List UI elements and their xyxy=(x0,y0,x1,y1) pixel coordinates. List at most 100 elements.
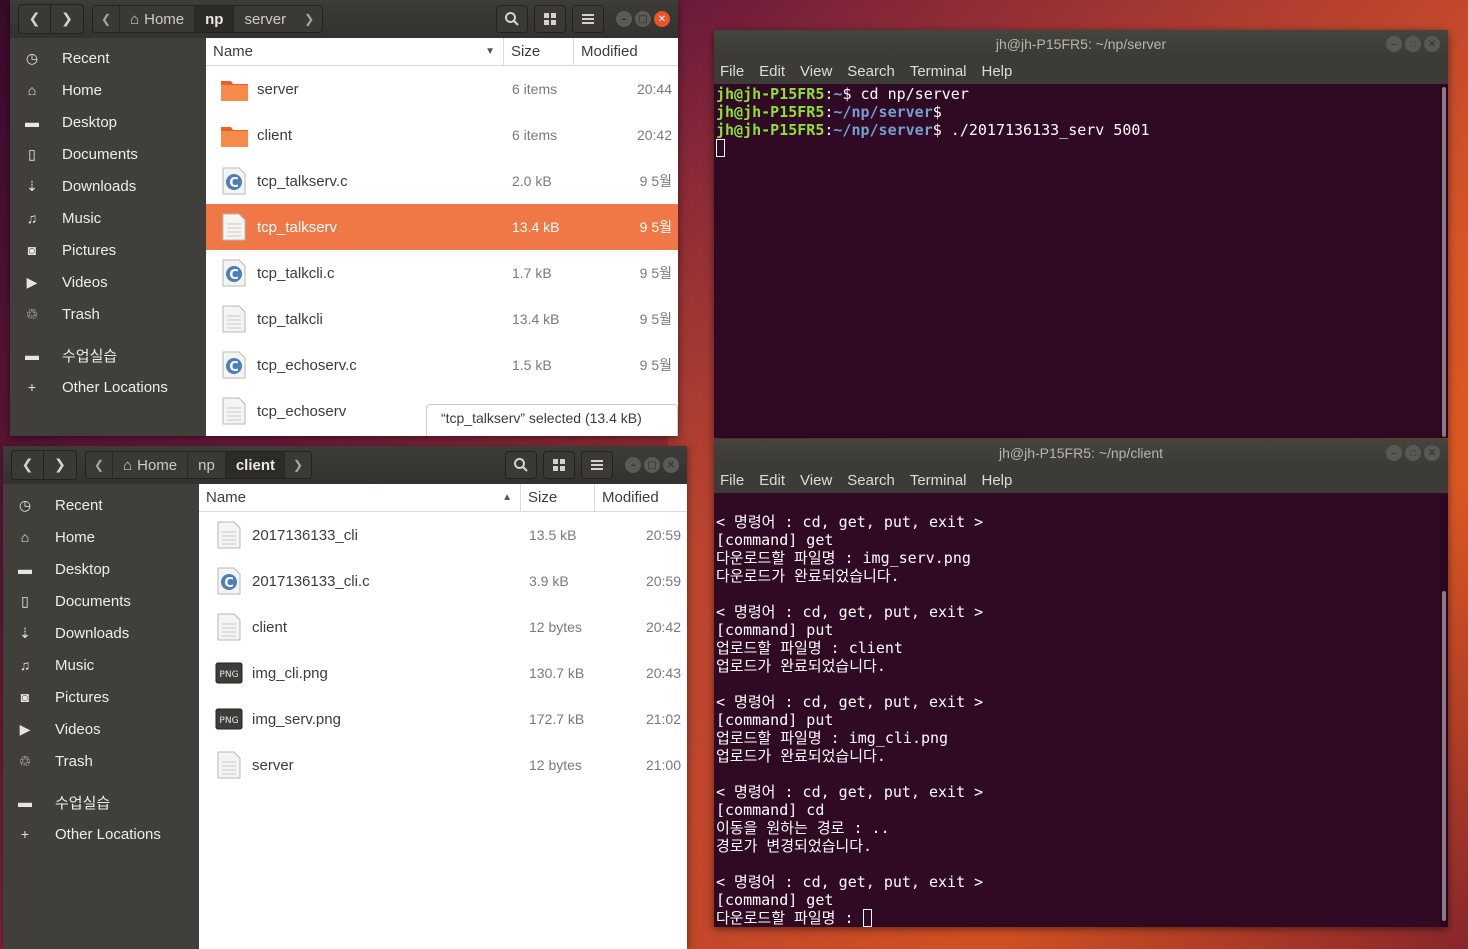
folder-file-icon xyxy=(220,75,248,103)
menu-help[interactable]: Help xyxy=(982,472,1013,489)
sidebar-item-수업실습[interactable]: ▬ 수업실습 xyxy=(3,786,199,818)
menu-help[interactable]: Help xyxy=(982,63,1013,80)
sidebar-item-수업실습[interactable]: ▬ 수업실습 xyxy=(10,339,206,371)
path-segment-np[interactable]: np xyxy=(188,452,226,478)
file-row[interactable]: server 6 items 20:44 xyxy=(206,66,678,112)
minimize-icon[interactable]: – xyxy=(1386,36,1402,52)
maximize-icon[interactable]: □ xyxy=(644,457,660,473)
column-modified[interactable]: Modified xyxy=(574,38,678,65)
file-row[interactable]: server 12 bytes 21:00 xyxy=(199,742,687,788)
sidebar-item-home[interactable]: ⌂ Home xyxy=(10,74,206,106)
sidebar-item-downloads[interactable]: ⇣ Downloads xyxy=(10,170,206,202)
forward-button[interactable]: ❯ xyxy=(51,5,83,33)
column-size[interactable]: Size xyxy=(521,484,595,511)
column-name[interactable]: Name ▲ xyxy=(199,484,521,511)
sidebar-item-documents[interactable]: ▯ Documents xyxy=(10,138,206,170)
sidebar-item-trash[interactable]: ♲ Trash xyxy=(10,298,206,330)
menu-button[interactable] xyxy=(572,5,604,33)
terminal-scrollbar[interactable] xyxy=(1440,495,1448,927)
sidebar-item-music[interactable]: ♫ Music xyxy=(3,649,199,681)
file-row[interactable]: tcp_talkcli 13.4 kB 9 5월 xyxy=(206,296,678,342)
path-right-arrow-icon[interactable]: ❯ xyxy=(296,6,322,32)
clock-icon: ◷ xyxy=(25,49,39,66)
menu-terminal[interactable]: Terminal xyxy=(910,472,967,489)
file-row[interactable]: Ctcp_talkcli.c 1.7 kB 9 5월 xyxy=(206,250,678,296)
path-segment-client[interactable]: client xyxy=(225,452,286,478)
file-name-cell: server xyxy=(199,751,521,779)
file-row[interactable]: Ctcp_echoserv.c 1.5 kB 9 5월 xyxy=(206,342,678,388)
path-left-arrow-icon[interactable]: ❮ xyxy=(86,452,114,478)
path-segment-server[interactable]: server xyxy=(234,6,296,32)
search-button[interactable] xyxy=(496,5,528,33)
menu-view[interactable]: View xyxy=(800,63,832,80)
sidebar-item-other-locations[interactable]: + Other Locations xyxy=(10,371,206,403)
forward-button[interactable]: ❯ xyxy=(44,451,76,479)
sidebar-item-pictures[interactable]: ◙ Pictures xyxy=(10,234,206,266)
maximize-icon[interactable]: □ xyxy=(635,11,651,27)
terminal-output[interactable]: jh@jh-P15FR5:~$ cd np/server jh@jh-P15FR5… xyxy=(714,85,1438,438)
sidebar-item-downloads[interactable]: ⇣ Downloads xyxy=(3,617,199,649)
close-icon[interactable]: ✕ xyxy=(1424,36,1440,52)
column-name[interactable]: Name ▼ xyxy=(206,38,504,65)
file-row[interactable]: 2017136133_cli 13.5 kB 20:59 xyxy=(199,512,687,558)
menu-button[interactable] xyxy=(581,451,613,479)
path-segment-home[interactable]: ⌂ Home xyxy=(113,452,189,478)
sidebar-item-documents[interactable]: ▯ Documents xyxy=(3,585,199,617)
document-icon: ▯ xyxy=(21,592,29,609)
path-right-arrow-icon[interactable]: ❯ xyxy=(285,452,311,478)
path-segment-label: client xyxy=(235,456,276,474)
maximize-icon[interactable]: □ xyxy=(1405,445,1421,461)
scrollbar-thumb[interactable] xyxy=(1442,87,1446,437)
c-file-icon: C xyxy=(220,259,248,287)
menu-edit[interactable]: Edit xyxy=(759,472,785,489)
back-button[interactable]: ❮ xyxy=(19,5,51,33)
file-row[interactable]: client 6 items 20:42 xyxy=(206,112,678,158)
file-row[interactable]: PNG img_cli.png 130.7 kB 20:43 xyxy=(199,650,687,696)
menu-search[interactable]: Search xyxy=(847,472,895,489)
view-grid-button[interactable] xyxy=(534,5,566,33)
menu-search[interactable]: Search xyxy=(847,63,895,80)
menu-file[interactable]: File xyxy=(720,472,744,489)
path-segment-label: Home xyxy=(144,10,185,28)
file-row[interactable]: client 12 bytes 20:42 xyxy=(199,604,687,650)
close-icon[interactable]: ✕ xyxy=(1424,445,1440,461)
sidebar-item-home[interactable]: ⌂ Home xyxy=(3,521,199,553)
path-segment-home[interactable]: ⌂ Home xyxy=(120,6,196,32)
scrollbar-thumb[interactable] xyxy=(1442,591,1446,921)
view-grid-button[interactable] xyxy=(543,451,575,479)
close-icon[interactable]: ✕ xyxy=(663,457,679,473)
svg-text:C: C xyxy=(229,268,239,283)
back-button[interactable]: ❮ xyxy=(12,451,44,479)
file-row[interactable]: tcp_talkserv 13.4 kB 9 5월 xyxy=(206,204,678,250)
sidebar-item-pictures[interactable]: ◙ Pictures xyxy=(3,681,199,713)
maximize-icon[interactable]: □ xyxy=(1405,36,1421,52)
sidebar-item-recent[interactable]: ◷ Recent xyxy=(3,489,199,521)
sidebar-item-music[interactable]: ♫ Music xyxy=(10,202,206,234)
sidebar-item-videos[interactable]: ▶ Videos xyxy=(10,266,206,298)
terminal-scrollbar[interactable] xyxy=(1440,85,1448,438)
sidebar-item-trash[interactable]: ♲ Trash xyxy=(3,745,199,777)
menu-view[interactable]: View xyxy=(800,472,832,489)
terminal-output[interactable]: < 명령어 : cd, get, put, exit > [command] ge… xyxy=(714,495,1438,927)
sidebar-item-recent[interactable]: ◷ Recent xyxy=(10,42,206,74)
path-left-arrow-icon[interactable]: ❮ xyxy=(93,6,121,32)
minimize-icon[interactable]: – xyxy=(616,11,632,27)
file-row[interactable]: PNG img_serv.png 172.7 kB 21:02 xyxy=(199,696,687,742)
close-icon[interactable]: ✕ xyxy=(654,11,670,27)
menu-file[interactable]: File xyxy=(720,63,744,80)
column-modified[interactable]: Modified xyxy=(595,484,687,511)
menu-edit[interactable]: Edit xyxy=(759,63,785,80)
sidebar-item-other-locations[interactable]: + Other Locations xyxy=(3,818,199,850)
file-row[interactable]: Ctcp_talkserv.c 2.0 kB 9 5월 xyxy=(206,158,678,204)
menu-terminal[interactable]: Terminal xyxy=(910,63,967,80)
minimize-icon[interactable]: – xyxy=(625,457,641,473)
path-segment-np[interactable]: np xyxy=(195,6,235,32)
sidebar-item-desktop[interactable]: ▬ Desktop xyxy=(10,106,206,138)
minimize-icon[interactable]: – xyxy=(1386,445,1402,461)
file-modified: 9 5월 xyxy=(639,311,672,327)
sidebar-item-desktop[interactable]: ▬ Desktop xyxy=(3,553,199,585)
search-button[interactable] xyxy=(505,451,537,479)
file-row[interactable]: C 2017136133_cli.c 3.9 kB 20:59 xyxy=(199,558,687,604)
column-size[interactable]: Size xyxy=(504,38,574,65)
sidebar-item-videos[interactable]: ▶ Videos xyxy=(3,713,199,745)
